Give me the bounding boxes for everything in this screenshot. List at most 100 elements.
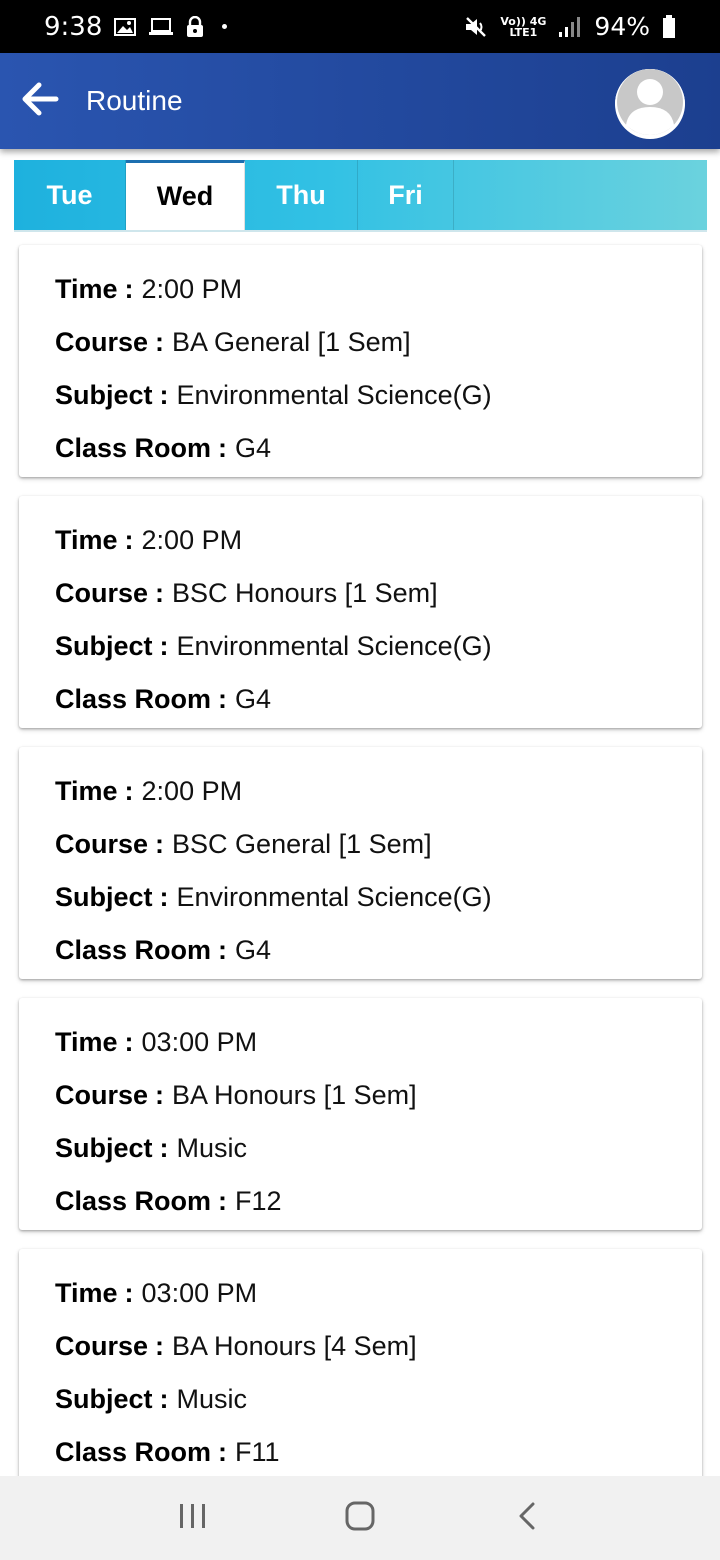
subject-value: Environmental Science(G) xyxy=(176,882,492,912)
separator: : xyxy=(159,882,169,912)
room-label: Class Room xyxy=(55,1437,212,1467)
gallery-icon xyxy=(114,17,137,36)
subject-row: Subject: Environmental Science(G) xyxy=(55,369,702,422)
arrow-left-icon xyxy=(21,82,59,121)
user-avatar-icon xyxy=(615,69,685,139)
separator: : xyxy=(218,433,228,463)
subject-value: Environmental Science(G) xyxy=(176,631,492,661)
routine-card[interactable]: Time:2:00 PM Course: BSC General [1 Sem] … xyxy=(19,747,702,979)
subject-value: Environmental Science(G) xyxy=(176,380,492,410)
notification-dot-icon xyxy=(222,24,228,29)
separator: : xyxy=(124,1027,134,1057)
status-bar: 9:38 Vo)) 4G LTE1 94% xyxy=(0,0,720,53)
routine-card[interactable]: Time:2:00 PM Course: BA General [1 Sem] S… xyxy=(19,245,702,477)
room-row: Class Room: F11 xyxy=(55,1426,702,1479)
app-bar: Routine xyxy=(0,53,720,149)
subject-row: Subject: Music xyxy=(55,1373,702,1426)
laptop-icon xyxy=(148,17,174,36)
subject-label: Subject xyxy=(55,1133,153,1163)
separator: : xyxy=(218,935,228,965)
separator: : xyxy=(155,327,165,357)
course-row: Course: BSC General [1 Sem] xyxy=(55,818,702,871)
time-row: Time:2:00 PM xyxy=(55,765,702,818)
time-value: 2:00 PM xyxy=(141,776,243,806)
separator: : xyxy=(218,1186,228,1216)
subject-label: Subject xyxy=(55,882,153,912)
time-value: 2:00 PM xyxy=(141,525,243,555)
mute-icon xyxy=(464,16,488,38)
course-label: Course xyxy=(55,327,149,357)
subject-label: Subject xyxy=(55,380,153,410)
time-row: Time:03:00 PM xyxy=(55,1016,702,1069)
time-label: Time xyxy=(55,1278,118,1308)
routine-card[interactable]: Time:2:00 PM Course: BSC Honours [1 Sem] … xyxy=(19,496,702,728)
room-row: Class Room: G4 xyxy=(55,924,702,977)
separator: : xyxy=(124,274,134,304)
course-row: Course: BA Honours [4 Sem] xyxy=(55,1320,702,1373)
course-value: BA General [1 Sem] xyxy=(172,327,411,357)
course-row: Course: BSC Honours [1 Sem] xyxy=(55,567,702,620)
time-label: Time xyxy=(55,1027,118,1057)
system-nav-bar xyxy=(0,1476,720,1560)
course-value: BSC General [1 Sem] xyxy=(172,829,432,859)
routine-list: Time:2:00 PM Course: BA General [1 Sem] S… xyxy=(19,245,702,1500)
page-title: Routine xyxy=(86,85,183,116)
network-top: Vo)) 4G xyxy=(500,14,547,28)
separator: : xyxy=(124,1278,134,1308)
time-row: Time:2:00 PM xyxy=(55,514,702,567)
tab-wed[interactable]: Wed xyxy=(126,160,245,230)
time-row: Time:03:00 PM xyxy=(55,1267,702,1320)
time-value: 03:00 PM xyxy=(141,1278,258,1308)
course-row: Course: BA Honours [1 Sem] xyxy=(55,1069,702,1122)
status-time: 9:38 xyxy=(44,11,103,42)
tab-thu[interactable]: Thu xyxy=(245,160,358,230)
back-button[interactable] xyxy=(0,53,86,149)
time-label: Time xyxy=(55,776,118,806)
room-label: Class Room xyxy=(55,433,212,463)
course-value: BA Honours [4 Sem] xyxy=(172,1331,417,1361)
home-button[interactable] xyxy=(330,1488,390,1548)
signal-icon xyxy=(558,16,582,38)
separator: : xyxy=(159,1133,169,1163)
network-type-label: Vo)) 4G LTE1 xyxy=(500,16,546,38)
day-tabs: Tue Wed Thu Fri xyxy=(14,160,707,232)
network-bottom: LTE1 xyxy=(509,25,538,39)
back-chevron-icon xyxy=(517,1501,537,1536)
course-label: Course xyxy=(55,578,149,608)
course-label: Course xyxy=(55,1080,149,1110)
room-label: Class Room xyxy=(55,684,212,714)
room-row: Class Room: G4 xyxy=(55,422,702,475)
separator: : xyxy=(155,578,165,608)
subject-value: Music xyxy=(176,1384,248,1414)
room-value: G4 xyxy=(235,935,272,965)
status-left: 9:38 xyxy=(44,11,228,42)
tab-fri[interactable]: Fri xyxy=(358,160,454,230)
routine-card[interactable]: Time:03:00 PM Course: BA Honours [4 Sem] … xyxy=(19,1249,702,1481)
subject-row: Subject: Environmental Science(G) xyxy=(55,871,702,924)
room-value: G4 xyxy=(235,433,272,463)
separator: : xyxy=(155,1080,165,1110)
room-value: F11 xyxy=(235,1437,280,1467)
nav-back-button[interactable] xyxy=(497,1488,557,1548)
course-value: BA Honours [1 Sem] xyxy=(172,1080,417,1110)
battery-percent: 94% xyxy=(594,12,650,41)
subject-row: Subject: Environmental Science(G) xyxy=(55,620,702,673)
tab-tue[interactable]: Tue xyxy=(14,160,126,230)
recents-button[interactable] xyxy=(163,1488,223,1548)
routine-card[interactable]: Time:03:00 PM Course: BA Honours [1 Sem] … xyxy=(19,998,702,1230)
subject-label: Subject xyxy=(55,631,153,661)
room-row: Class Room: G4 xyxy=(55,673,702,726)
room-label: Class Room xyxy=(55,935,212,965)
status-right: Vo)) 4G LTE1 94% xyxy=(464,12,676,41)
room-row: Class Room: F12 xyxy=(55,1175,702,1228)
course-label: Course xyxy=(55,1331,149,1361)
time-value: 2:00 PM xyxy=(141,274,243,304)
course-value: BSC Honours [1 Sem] xyxy=(172,578,438,608)
avatar[interactable] xyxy=(615,69,685,139)
subject-label: Subject xyxy=(55,1384,153,1414)
separator: : xyxy=(159,380,169,410)
separator: : xyxy=(124,776,134,806)
subject-row: Subject: Music xyxy=(55,1122,702,1175)
course-row: Course: BA General [1 Sem] xyxy=(55,316,702,369)
time-value: 03:00 PM xyxy=(141,1027,258,1057)
